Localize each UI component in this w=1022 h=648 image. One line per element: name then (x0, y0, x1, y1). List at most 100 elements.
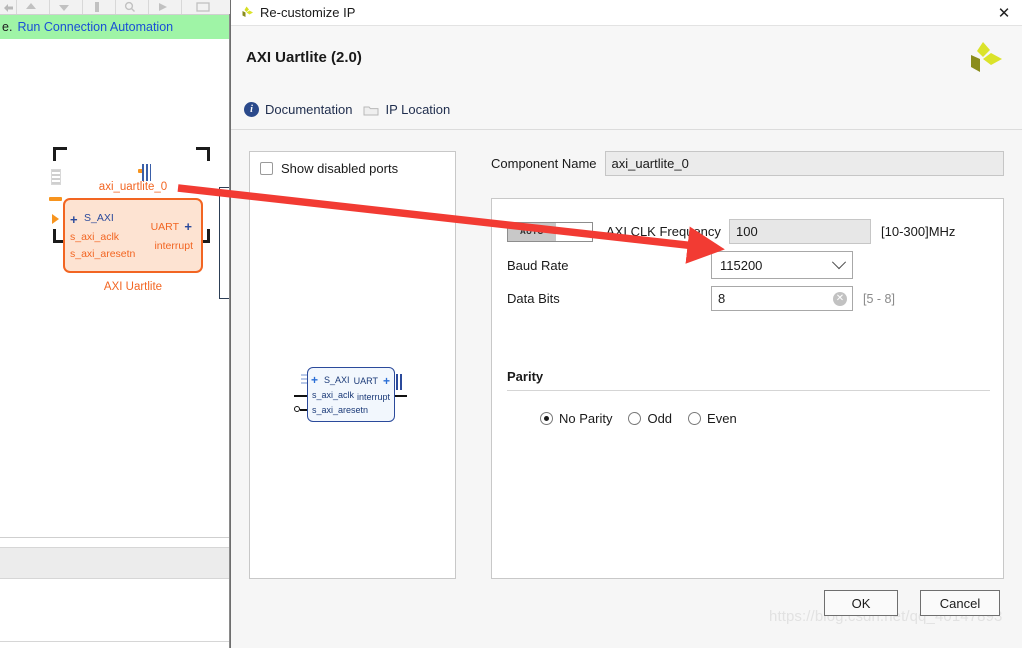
bg-port-s-axi: S_AXI (84, 212, 114, 224)
ip-symbol-pane: Show disabled ports + S_AXI s_axi_aclk s… (249, 151, 456, 579)
checkbox-icon[interactable] (260, 162, 273, 175)
undo-icon[interactable] (1, 1, 15, 13)
toolbar-separator (49, 0, 50, 14)
dialog-title: Re-customize IP (260, 5, 356, 20)
uart-bus-bars (142, 164, 151, 181)
symbol-clk-pin (294, 395, 307, 397)
reset-pin-arrow (52, 214, 59, 224)
documentation-link[interactable]: i Documentation (244, 102, 352, 117)
symbol-port-s-axi-aclk: s_axi_aclk (312, 390, 355, 400)
selection-handle[interactable] (53, 147, 67, 161)
panel-divider (0, 641, 230, 642)
bg-axi-uartlite-block[interactable]: + S_AXI s_axi_aclk s_axi_aresetn UART + … (63, 198, 203, 273)
panel-content-strip (0, 579, 230, 641)
baud-rate-row: Baud Rate 115200 (507, 251, 853, 279)
data-bits-value: 8 (718, 291, 726, 306)
bg-ip-instance-name: axi_uartlite_0 (98, 181, 168, 193)
saxi-expand-plus-icon[interactable]: + (70, 213, 78, 226)
ip-symbol-block: + S_AXI s_axi_aclk s_axi_aresetn UART + … (307, 367, 395, 422)
bg-port-s-axi-aresetn: s_axi_aresetn (70, 248, 136, 260)
data-bits-row: Data Bits 8 ✕ [5 - 8] (507, 286, 895, 311)
symbol-uart-plus-icon[interactable]: + (383, 375, 390, 387)
parity-option-label: No Parity (559, 411, 613, 426)
dialog-footer: https://blog.csdn.net/qq_40147893 OK Can… (231, 588, 1022, 648)
uart-expand-plus-icon[interactable]: + (184, 220, 192, 233)
component-name-input[interactable]: axi_uartlite_0 (604, 151, 1004, 176)
parity-option-odd[interactable]: Odd (628, 411, 672, 426)
background-toolbar (0, 0, 232, 15)
clear-icon[interactable]: ✕ (833, 291, 847, 306)
show-disabled-ports-label: Show disabled ports (281, 161, 399, 176)
data-bits-input[interactable]: 8 ✕ (711, 286, 853, 311)
radio-icon-selected[interactable] (540, 412, 553, 425)
axi-clk-frequency-input: 100 (729, 219, 871, 244)
bg-port-interrupt: interrupt (154, 240, 193, 252)
close-icon[interactable]: ✕ (992, 3, 1016, 22)
data-bits-hint: [5 - 8] (863, 291, 895, 306)
symbol-port-s-axi: S_AXI (324, 375, 350, 385)
ip-location-label: IP Location (385, 102, 451, 117)
parity-option-even[interactable]: Even (688, 411, 737, 426)
block-design-canvas[interactable]: axi_uartlite_0 + S_AXI s_axi_aclk s_axi_… (0, 39, 232, 537)
page-title: AXI Uartlite (2.0) (246, 49, 362, 66)
documentation-label: Documentation (265, 102, 353, 117)
selection-handle[interactable] (196, 147, 210, 161)
baud-rate-value: 115200 (720, 257, 763, 273)
up-arrow-icon[interactable] (24, 1, 38, 13)
window-icon[interactable] (195, 1, 210, 13)
symbol-saxi-plus-icon[interactable]: + (311, 374, 318, 386)
xilinx-logo-icon (962, 38, 1004, 80)
symbol-port-s-axi-aresetn: s_axi_aresetn (312, 405, 369, 415)
ip-parameters-pane: Component Name axi_uartlite_0 AUTO AXI C… (491, 151, 1004, 579)
parity-radio-group: No Parity Odd Even (540, 411, 737, 426)
chevron-down-icon (831, 255, 847, 270)
dialog-header: AXI Uartlite (2.0) i Documentation IP Lo… (231, 25, 1022, 130)
pin-icon[interactable] (90, 1, 104, 13)
xilinx-logo-icon (239, 5, 254, 20)
panel-header-strip (0, 548, 230, 578)
symbol-uart-bus-bars (396, 374, 404, 390)
parity-option-no-parity[interactable]: No Parity (540, 411, 612, 426)
zoom-icon[interactable] (123, 1, 137, 13)
show-disabled-ports-checkbox[interactable]: Show disabled ports (260, 161, 398, 176)
dialog-titlebar: Re-customize IP ✕ (231, 0, 1022, 25)
baud-rate-select[interactable]: 115200 (711, 251, 853, 279)
ip-location-link[interactable]: IP Location (363, 102, 450, 117)
toolbar-separator (82, 0, 83, 14)
radio-icon[interactable] (688, 412, 702, 425)
axi-clk-auto-toggle[interactable]: AUTO (507, 221, 593, 242)
radio-icon[interactable] (628, 412, 642, 425)
toolbar-separator (181, 0, 182, 14)
run-connection-automation-link[interactable]: Run Connection Automation (12, 20, 173, 34)
axi-clk-frequency-unit: [10-300]MHz (881, 224, 956, 239)
component-name-label: Component Name (491, 156, 597, 171)
bg-port-s-axi-aclk: s_axi_aclk (70, 231, 120, 243)
run-connection-automation-banner[interactable]: e. Run Connection Automation (0, 15, 232, 39)
panel-gap (0, 538, 230, 547)
axi-clk-frequency-label: AXI CLK Frequency (606, 224, 721, 239)
symbol-port-uart: UART (353, 376, 378, 386)
cancel-button[interactable]: Cancel (920, 590, 1000, 616)
parity-option-label: Odd (647, 411, 673, 426)
component-name-row: Component Name axi_uartlite_0 (491, 151, 1004, 176)
bg-port-uart: UART (150, 221, 179, 233)
background-vivado-window: e. Run Connection Automation axi_uartlit… (0, 0, 232, 648)
axi-clk-frequency-row: AUTO AXI CLK Frequency 100 [10-300]MHz (507, 219, 955, 244)
parity-section-divider (507, 390, 990, 391)
info-icon: i (244, 102, 259, 117)
clk-pin-stub (49, 197, 62, 201)
dialog-body: Show disabled ports + S_AXI s_axi_aclk s… (231, 131, 1022, 588)
bg-ip-type-label: AXI Uartlite (103, 281, 163, 293)
symbol-port-interrupt: interrupt (356, 392, 390, 402)
parameters-group-box: AUTO AXI CLK Frequency 100 [10-300]MHz B… (491, 198, 1004, 579)
parity-section-title: Parity (507, 369, 544, 384)
baud-rate-label: Baud Rate (507, 257, 569, 273)
toolbar-separator (148, 0, 149, 14)
symbol-interrupt-pin (395, 395, 407, 397)
run-icon[interactable] (156, 1, 170, 13)
re-customize-ip-dialog: Re-customize IP ✕ AXI Uartlite (2.0) i D… (230, 0, 1022, 648)
down-arrow-icon[interactable] (57, 1, 71, 13)
auto-toggle-knob: AUTO (508, 222, 556, 241)
ok-button[interactable]: OK (824, 590, 898, 616)
header-links: i Documentation IP Location (244, 102, 450, 117)
